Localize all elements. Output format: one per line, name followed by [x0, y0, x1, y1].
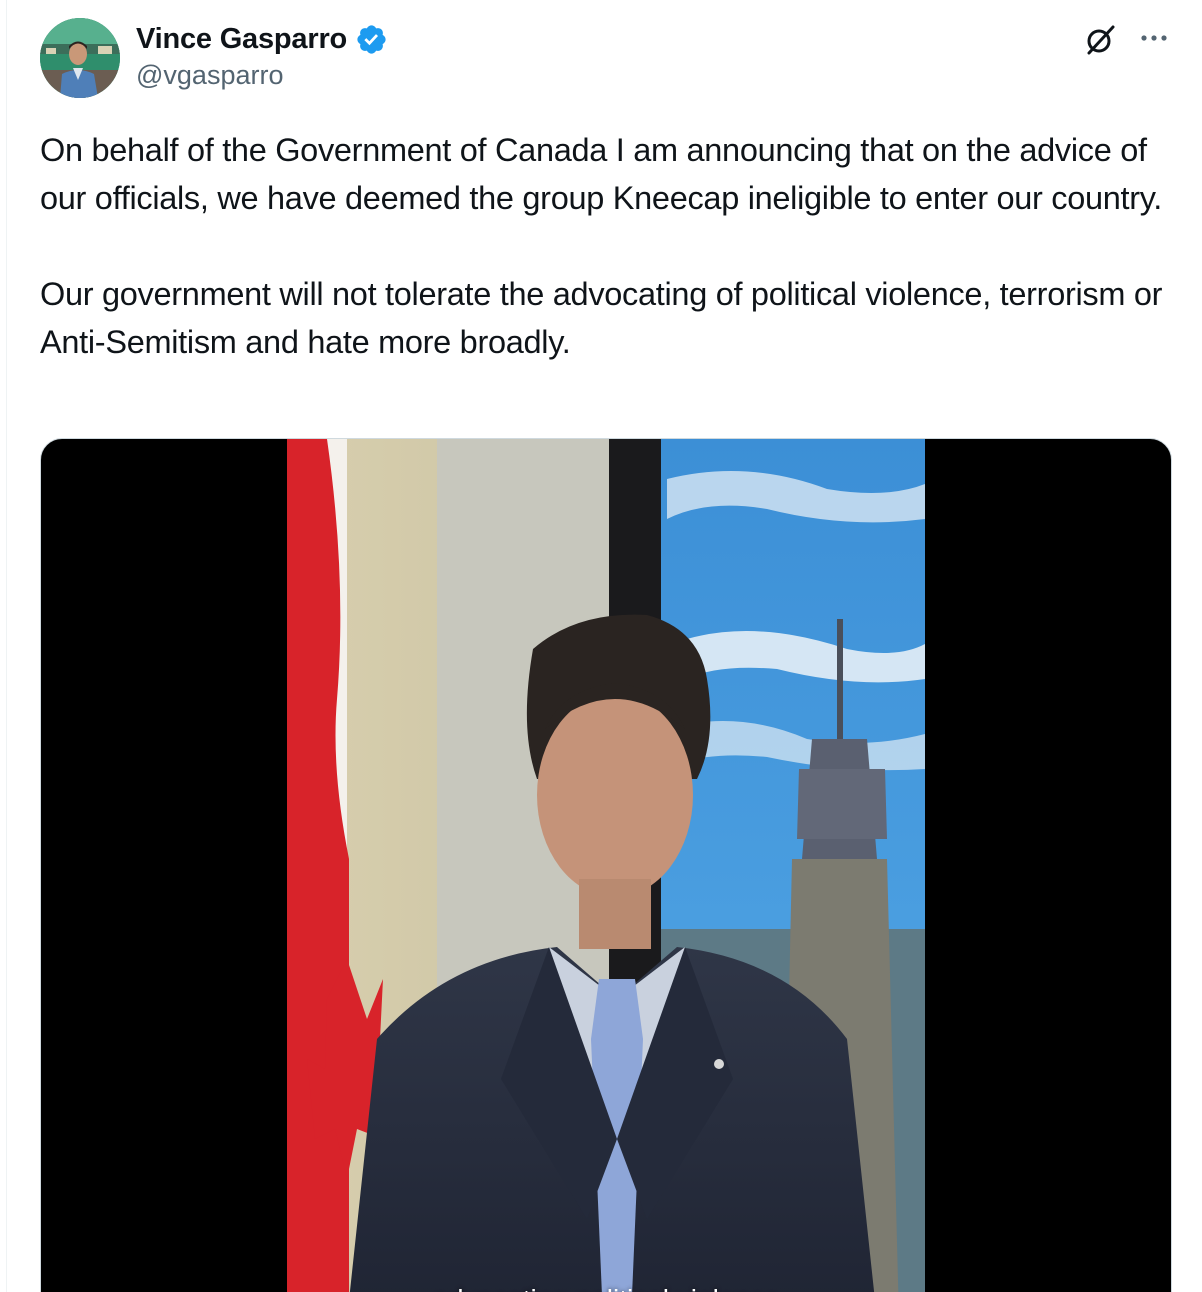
verified-badge-icon[interactable] [355, 23, 388, 56]
author-display-name[interactable]: Vince Gasparro [136, 23, 347, 56]
tweet-paragraph: Our government will not tolerate the adv… [40, 276, 1163, 360]
more-options-icon[interactable] [1138, 28, 1170, 48]
avatar[interactable] [40, 18, 120, 98]
tweet[interactable]: Vince Gasparro @vgasparro On behalf of t… [0, 0, 1202, 1292]
video-caption: advocating political violence [432, 1284, 779, 1292]
video-player[interactable]: advocating political violence [40, 438, 1172, 1292]
author-handle[interactable]: @vgasparro [136, 60, 283, 91]
video-frame: advocating political violence [287, 439, 925, 1292]
tweet-paragraph: On behalf of the Government of Canada I … [40, 132, 1163, 216]
grok-icon[interactable] [1082, 22, 1118, 58]
tweet-text: On behalf of the Government of Canada I … [40, 126, 1180, 366]
video-still-image: advocating political violence [287, 439, 925, 1292]
